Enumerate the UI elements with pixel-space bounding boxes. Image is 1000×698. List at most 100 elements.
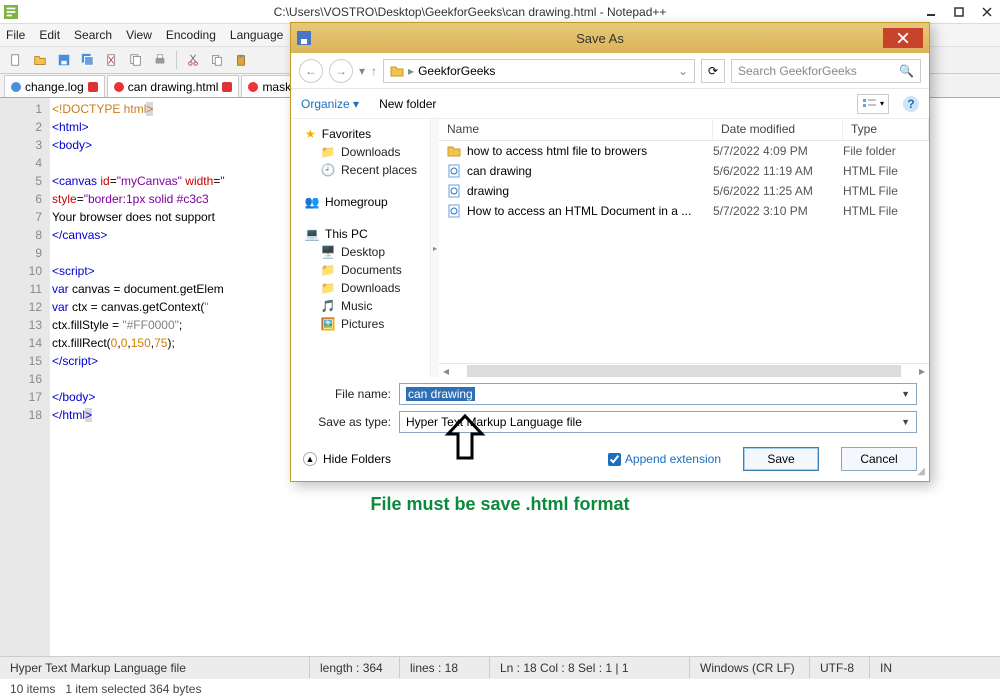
col-type[interactable]: Type <box>843 119 929 140</box>
back-button[interactable]: ← <box>299 59 323 83</box>
npp-app-icon <box>4 5 18 19</box>
file-list: Name Date modified Type how to access ht… <box>439 119 929 377</box>
music-icon: 🎵 <box>321 299 335 313</box>
save-icon[interactable] <box>54 50 74 70</box>
saveall-icon[interactable] <box>78 50 98 70</box>
tab-dot-icon <box>11 82 21 92</box>
resize-grip-icon[interactable]: ◢ <box>917 466 925 477</box>
tab-dot-icon <box>248 82 258 92</box>
tree-item-music[interactable]: 🎵Music <box>291 297 430 315</box>
npp-titlebar: C:\Users\VOSTRO\Desktop\GeekforGeeks\can… <box>0 0 1000 24</box>
save-button[interactable]: Save <box>743 447 819 471</box>
chevron-down-icon[interactable]: ⌄ <box>678 64 688 78</box>
copy-icon[interactable] <box>207 50 227 70</box>
chevron-down-icon[interactable]: ▼ <box>901 417 910 427</box>
recent-dropdown-icon[interactable]: ▾ <box>359 64 365 78</box>
tab-close-icon[interactable] <box>88 82 98 92</box>
menu-view[interactable]: View <box>126 28 152 42</box>
col-date[interactable]: Date modified <box>713 119 843 140</box>
status-filetype: Hyper Text Markup Language file <box>0 657 310 678</box>
tree-favorites[interactable]: ★Favorites <box>291 123 430 143</box>
tree-item-recent[interactable]: 🕘Recent places <box>291 161 430 179</box>
print-icon[interactable] <box>150 50 170 70</box>
refresh-button[interactable]: ⟳ <box>701 59 725 83</box>
chevron-up-icon: ▲ <box>303 452 317 466</box>
file-date: 5/6/2022 11:19 AM <box>713 164 843 178</box>
menu-language[interactable]: Language <box>230 28 283 42</box>
newfolder-button[interactable]: New folder <box>379 97 436 111</box>
annotation-arrow-icon <box>440 414 490 464</box>
tree-thispc[interactable]: 💻This PC <box>291 223 430 243</box>
view-options-button[interactable]: ▾ <box>857 94 889 114</box>
tree-item-pictures[interactable]: 🖼️Pictures <box>291 315 430 333</box>
saveas-bottom: ▲ Hide Folders Append extension Save Can… <box>291 441 929 481</box>
file-row[interactable]: drawing 5/6/2022 11:25 AM HTML File <box>439 181 929 201</box>
menu-encoding[interactable]: Encoding <box>166 28 216 42</box>
file-type: File folder <box>843 144 929 158</box>
breadcrumb-item[interactable]: GeekforGeeks <box>418 64 495 78</box>
minimize-button[interactable] <box>922 5 940 19</box>
file-row[interactable]: how to access html file to browers 5/7/2… <box>439 141 929 161</box>
tree-item-documents[interactable]: 📁Documents <box>291 261 430 279</box>
html-icon <box>447 184 461 198</box>
file-row[interactable]: can drawing 5/6/2022 11:19 AM HTML File <box>439 161 929 181</box>
help-icon[interactable]: ? <box>903 96 919 112</box>
closeall-icon[interactable] <box>126 50 146 70</box>
file-name: How to access an HTML Document in a ... <box>467 204 691 218</box>
tab-close-icon[interactable] <box>222 82 232 92</box>
file-list-header[interactable]: Name Date modified Type <box>439 119 929 141</box>
tree-item-downloads[interactable]: 📁Downloads <box>291 143 430 161</box>
menu-search[interactable]: Search <box>74 28 112 42</box>
saveas-navbar: ← → ▾ ↑ ▸ GeekforGeeks ⌄ ⟳ Search Geekfo… <box>291 53 929 89</box>
tab-label: can drawing.html <box>128 80 219 94</box>
search-icon: 🔍 <box>899 64 914 78</box>
status-ins: IN <box>870 657 1000 678</box>
saveas-body: ★Favorites 📁Downloads 🕘Recent places 👥Ho… <box>291 119 929 377</box>
file-date: 5/6/2022 11:25 AM <box>713 184 843 198</box>
forward-button[interactable]: → <box>329 59 353 83</box>
tree-splitter[interactable] <box>431 119 439 377</box>
append-extension-checkbox[interactable]: Append extension <box>608 452 721 466</box>
pc-icon: 💻 <box>305 227 319 241</box>
paste-icon[interactable] <box>231 50 251 70</box>
open-file-icon[interactable] <box>30 50 50 70</box>
cancel-button[interactable]: Cancel <box>841 447 917 471</box>
file-name: drawing <box>467 184 509 198</box>
menu-edit[interactable]: Edit <box>39 28 60 42</box>
html-icon <box>447 204 461 218</box>
breadcrumb-path[interactable]: ▸ GeekforGeeks ⌄ <box>383 59 695 83</box>
tab-label: change.log <box>25 80 84 94</box>
file-date: 5/7/2022 4:09 PM <box>713 144 843 158</box>
tree-homegroup[interactable]: 👥Homegroup <box>291 191 430 211</box>
tab-candrawing[interactable]: can drawing.html <box>107 75 240 97</box>
file-row[interactable]: How to access an HTML Document in a ... … <box>439 201 929 221</box>
status-lines: lines : 18 <box>400 657 490 678</box>
tab-changelog[interactable]: change.log <box>4 75 105 97</box>
folder-icon <box>390 64 404 78</box>
nav-tree[interactable]: ★Favorites 📁Downloads 🕘Recent places 👥Ho… <box>291 119 431 377</box>
close-file-icon[interactable] <box>102 50 122 70</box>
saveas-titlebar: Save As <box>291 23 929 53</box>
new-file-icon[interactable] <box>6 50 26 70</box>
annotation-text: File must be save .html format <box>0 494 1000 515</box>
search-input[interactable]: Search GeekforGeeks 🔍 <box>731 59 921 83</box>
hide-folders-button[interactable]: ▲ Hide Folders <box>303 452 391 466</box>
cut-icon[interactable] <box>183 50 203 70</box>
up-button[interactable]: ↑ <box>371 64 377 78</box>
dialog-close-button[interactable] <box>883 28 923 48</box>
col-name[interactable]: Name <box>439 119 713 140</box>
tree-item-downloads2[interactable]: 📁Downloads <box>291 279 430 297</box>
organize-button[interactable]: Organize ▾ <box>301 97 359 111</box>
status-length: length : 364 <box>310 657 400 678</box>
npp-title: C:\Users\VOSTRO\Desktop\GeekforGeeks\can… <box>18 5 922 19</box>
filename-input[interactable]: can drawing▼ <box>399 383 917 405</box>
menu-file[interactable]: File <box>6 28 25 42</box>
saveas-fields: File name: can drawing▼ Save as type: Hy… <box>291 377 929 441</box>
file-rows: how to access html file to browers 5/7/2… <box>439 141 929 363</box>
chevron-down-icon[interactable]: ▼ <box>901 389 910 399</box>
tree-item-desktop[interactable]: 🖥️Desktop <box>291 243 430 261</box>
close-button[interactable] <box>978 5 996 19</box>
h-scrollbar[interactable]: ◂▸ <box>439 363 929 377</box>
maximize-button[interactable] <box>950 5 968 19</box>
saveastype-label: Save as type: <box>303 415 399 429</box>
